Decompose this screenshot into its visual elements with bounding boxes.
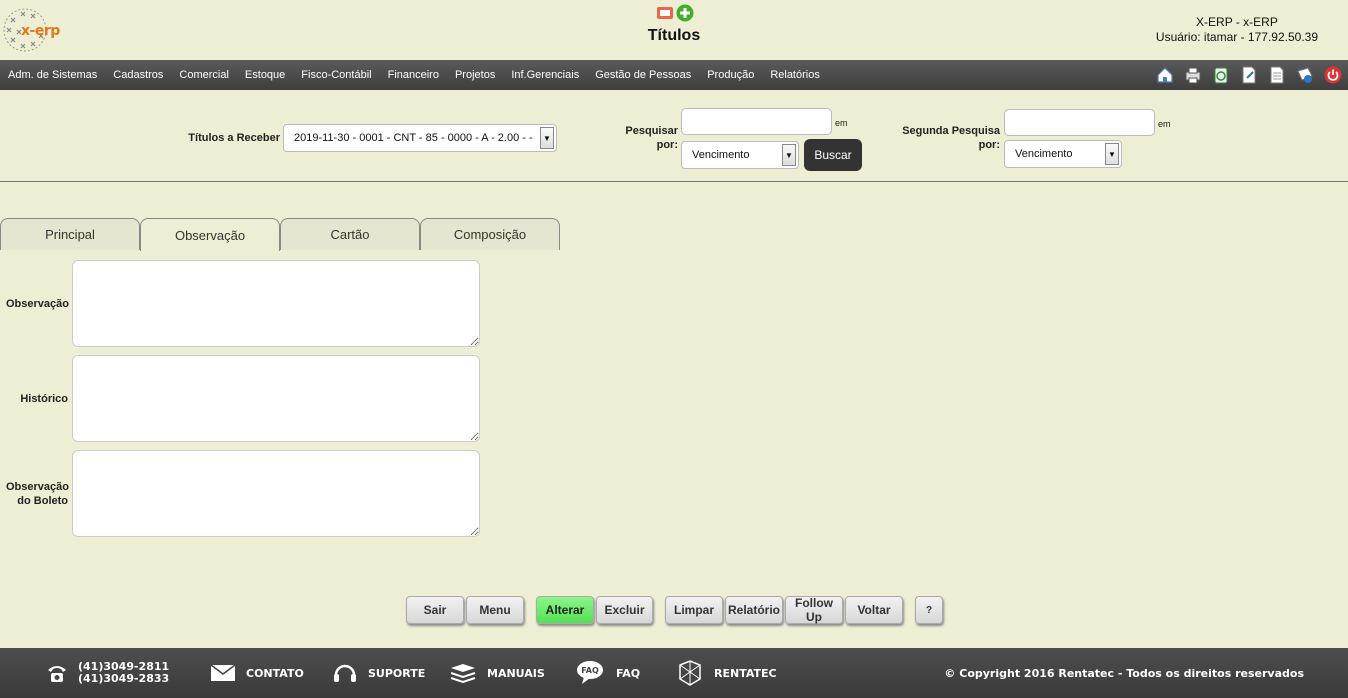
segunda-field-value: Vencimento — [1015, 148, 1073, 160]
envelope-icon — [210, 664, 236, 681]
headset-icon — [334, 664, 356, 682]
follow-up-button[interactable]: Follow Up — [785, 596, 843, 624]
menu-inf-gerenciais[interactable]: Inf.Gerenciais — [503, 69, 587, 81]
footer-suporte-link[interactable]: SUPORTE — [332, 648, 425, 698]
segunda-label-line2: por: — [978, 139, 1000, 151]
rentatec-logo-icon — [679, 660, 701, 686]
footer-manuais-link[interactable]: MANUAIS — [449, 648, 545, 698]
pesquisar-label: Pesquisar por: — [610, 124, 678, 152]
power-off-icon[interactable] — [1324, 66, 1342, 84]
title-icons — [656, 4, 694, 22]
menu-adm-sistemas[interactable]: Adm. de Sistemas — [0, 69, 105, 81]
recycle-icon[interactable] — [1212, 66, 1230, 84]
contato-label: CONTATO — [246, 666, 304, 680]
menu-fisco-contabil[interactable]: Fisco-Contábil — [293, 69, 379, 81]
tab-principal[interactable]: Principal — [0, 218, 140, 250]
toolbar-icons — [1156, 66, 1342, 84]
pesquisar-field-select[interactable]: Vencimento ▼ — [681, 141, 799, 169]
observacao-textarea[interactable] — [72, 260, 480, 347]
pesquisar-em-label: em — [835, 118, 848, 128]
menu-producao[interactable]: Produção — [699, 69, 762, 81]
pesquisar-label-line2: por: — [656, 139, 678, 151]
footer-faq-link[interactable]: FAQ FAQ — [576, 648, 640, 698]
pesquisar-input[interactable] — [681, 108, 832, 135]
historico-label: Histórico — [20, 393, 68, 405]
footer-contato-link[interactable]: CONTATO — [210, 648, 304, 698]
footer: (41)3049-2811 (41)3049-2833 CONTATO SUPO… — [0, 648, 1348, 698]
alterar-button[interactable]: Alterar — [536, 596, 594, 624]
report-icon[interactable] — [656, 4, 674, 22]
footer-rentatec-link[interactable]: RENTATEC — [676, 648, 777, 698]
historico-textarea[interactable] — [72, 355, 480, 442]
home-icon[interactable] — [1156, 66, 1174, 84]
header: x-erp Títulos X-ERP - x-ERP Usuário: ita… — [0, 0, 1348, 60]
voltar-button[interactable]: Voltar — [845, 596, 903, 624]
obs-boleto-label-line1: Observação — [6, 481, 69, 493]
menu-gestao-pessoas[interactable]: Gestão de Pessoas — [587, 69, 699, 81]
books-stack-icon — [450, 664, 476, 684]
phone-2: (41)3049-2833 — [78, 672, 170, 685]
rentatec-label: RENTATEC — [714, 666, 777, 680]
chevron-down-icon[interactable]: ▼ — [1105, 143, 1119, 165]
tab-cartao[interactable]: Cartão — [280, 218, 420, 250]
menu-estoque[interactable]: Estoque — [237, 69, 293, 81]
tab-composicao[interactable]: Composição — [420, 218, 560, 250]
chevron-down-icon[interactable]: ▼ — [782, 144, 796, 166]
menu-button[interactable]: Menu — [466, 596, 524, 624]
system-info: X-ERP - x-ERP Usuário: itamar - 177.92.5… — [1156, 15, 1318, 45]
add-icon[interactable] — [676, 4, 694, 22]
limpar-button[interactable]: Limpar — [665, 596, 723, 624]
segunda-pesquisa-label: Segunda Pesquisa por: — [900, 124, 1000, 152]
copyright-text: © Copyright 2016 Rentatec - Todos os dir… — [944, 667, 1304, 680]
help-chat-icon[interactable] — [1296, 66, 1314, 84]
segunda-field-select[interactable]: Vencimento ▼ — [1004, 140, 1122, 168]
help-button[interactable]: ? — [915, 596, 943, 624]
menu-projetos[interactable]: Projetos — [447, 69, 503, 81]
main-menu-bar: Adm. de Sistemas Cadastros Comercial Est… — [0, 60, 1348, 90]
chevron-down-icon[interactable]: ▼ — [540, 127, 554, 149]
titulos-label: Títulos a Receber — [188, 132, 280, 144]
menu-financeiro[interactable]: Financeiro — [380, 69, 447, 81]
segunda-em-label: em — [1158, 119, 1171, 129]
tab-observacao[interactable]: Observação — [140, 218, 280, 251]
titulos-select-value: 2019-11-30 - 0001 - CNT - 85 - 0000 - A … — [294, 132, 533, 144]
excluir-button[interactable]: Excluir — [596, 596, 653, 624]
faq-label: FAQ — [616, 666, 641, 680]
segunda-pesquisa-input[interactable] — [1004, 109, 1155, 136]
faq-icon-text: FAQ — [581, 666, 599, 675]
faq-bubble-icon: FAQ — [577, 661, 603, 684]
sair-button[interactable]: Sair — [406, 596, 464, 624]
user-info: Usuário: itamar - 177.92.50.39 — [1155, 30, 1318, 44]
menu-comercial[interactable]: Comercial — [171, 69, 237, 81]
telephone-icon — [48, 666, 66, 682]
system-name: X-ERP - x-ERP — [1196, 15, 1278, 29]
pesquisar-field-value: Vencimento — [692, 149, 750, 161]
print-icon[interactable] — [1184, 66, 1202, 84]
obs-boleto-label-line2: do Boleto — [17, 495, 68, 507]
obs-boleto-label: Observação do Boleto — [6, 480, 69, 508]
edit-document-icon[interactable] — [1240, 66, 1258, 84]
buscar-button[interactable]: Buscar — [804, 139, 862, 171]
obs-boleto-textarea[interactable] — [72, 450, 480, 537]
document-icon[interactable] — [1268, 66, 1286, 84]
footer-phones: (41)3049-2811 (41)3049-2833 — [46, 648, 169, 698]
suporte-label: SUPORTE — [368, 666, 426, 680]
pesquisar-label-line1: Pesquisar — [625, 125, 678, 137]
menu-cadastros[interactable]: Cadastros — [105, 69, 171, 81]
menu-relatorios[interactable]: Relatórios — [762, 69, 828, 81]
segunda-label-line1: Segunda Pesquisa — [902, 125, 1000, 137]
titulos-select[interactable]: 2019-11-30 - 0001 - CNT - 85 - 0000 - A … — [283, 124, 557, 152]
manuais-label: MANUAIS — [487, 666, 545, 680]
page-title: Títulos — [647, 27, 701, 44]
observacao-label: Observação — [6, 298, 69, 310]
relatorio-button[interactable]: Relatório — [725, 596, 783, 624]
